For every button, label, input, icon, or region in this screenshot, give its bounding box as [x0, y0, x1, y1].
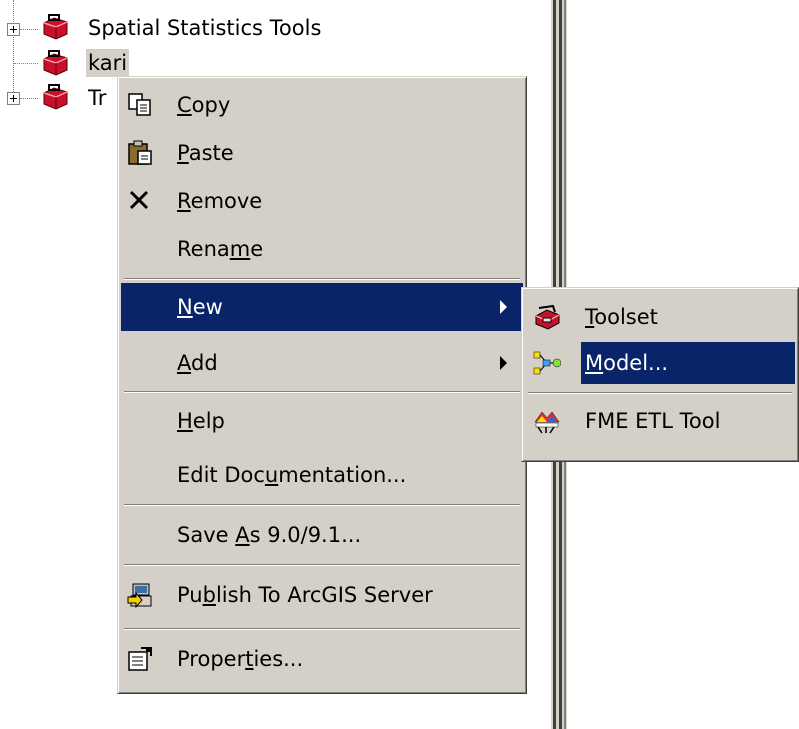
menu-separator — [124, 504, 520, 506]
menu-item-copy[interactable]: Copy — [121, 81, 523, 129]
new-submenu: Toolset Model... FME ETL Tool — [521, 287, 799, 462]
menu-item-label: Rename — [177, 237, 264, 261]
toolbox-icon — [43, 84, 68, 110]
tree-connector — [20, 29, 38, 30]
remove-icon — [129, 190, 149, 210]
menu-item-label: FME ETL Tool — [585, 409, 721, 433]
expand-icon[interactable] — [7, 23, 20, 36]
copy-icon — [128, 93, 151, 116]
tree-connector — [20, 98, 38, 99]
menu-item-label: Properties... — [177, 647, 304, 671]
menu-separator — [124, 564, 520, 566]
expand-icon[interactable] — [7, 92, 20, 105]
menu-item-label: Remove — [177, 189, 263, 213]
menu-item-label: Publish To ArcGIS Server — [177, 583, 433, 607]
menu-item-label: Save As 9.0/9.1... — [177, 523, 362, 547]
submenu-arrow-icon — [500, 300, 507, 314]
menu-separator — [124, 628, 520, 630]
tree-connector — [14, 63, 38, 64]
menu-item-label: Help — [177, 409, 225, 433]
tree-connector — [13, 0, 14, 98]
menu-item-publish[interactable]: Publish To ArcGIS Server — [121, 571, 523, 619]
toolbox-icon — [43, 50, 68, 76]
menu-item-save-as[interactable]: Save As 9.0/9.1... — [121, 511, 523, 559]
tree-item-label[interactable]: Spatial Statistics Tools — [88, 14, 321, 42]
toolbox-icon — [43, 14, 68, 40]
menu-item-label: Copy — [177, 93, 231, 117]
menu-item-label: Model... — [581, 342, 795, 384]
menu-item-new[interactable]: New — [121, 283, 523, 331]
menu-item-label: Edit Documentation... — [177, 463, 407, 487]
menu-item-paste[interactable]: Paste — [121, 129, 523, 177]
publish-icon — [127, 583, 152, 608]
properties-icon — [128, 647, 152, 671]
menu-item-add[interactable]: Add — [121, 339, 523, 387]
menu-separator — [124, 391, 520, 393]
menu-item-rename[interactable]: Rename — [121, 225, 523, 273]
tree-item-label[interactable]: Tr — [88, 84, 106, 112]
fme-icon — [534, 411, 560, 434]
paste-icon — [128, 140, 152, 165]
submenu-item-toolset[interactable]: Toolset — [525, 294, 795, 340]
toolset-icon — [535, 304, 560, 330]
submenu-item-fme-etl-tool[interactable]: FME ETL Tool — [525, 398, 795, 444]
tree-item-label-selected[interactable]: kari — [86, 49, 130, 77]
menu-item-help[interactable]: Help — [121, 397, 523, 445]
menu-item-label: Add — [177, 351, 218, 375]
menu-separator — [124, 278, 520, 280]
menu-item-label: Toolset — [585, 305, 658, 329]
menu-item-label: New — [177, 295, 223, 319]
menu-item-properties[interactable]: Properties... — [121, 635, 523, 683]
submenu-arrow-icon — [500, 356, 507, 370]
context-menu: Copy Paste Remove Rename New Add Help Ed… — [117, 76, 527, 694]
submenu-item-model[interactable]: Model... — [525, 340, 795, 386]
menu-item-edit-documentation[interactable]: Edit Documentation... — [121, 451, 523, 499]
model-icon — [533, 351, 561, 375]
menu-item-label: Paste — [177, 141, 234, 165]
menu-separator — [528, 392, 792, 394]
menu-item-remove[interactable]: Remove — [121, 177, 523, 225]
